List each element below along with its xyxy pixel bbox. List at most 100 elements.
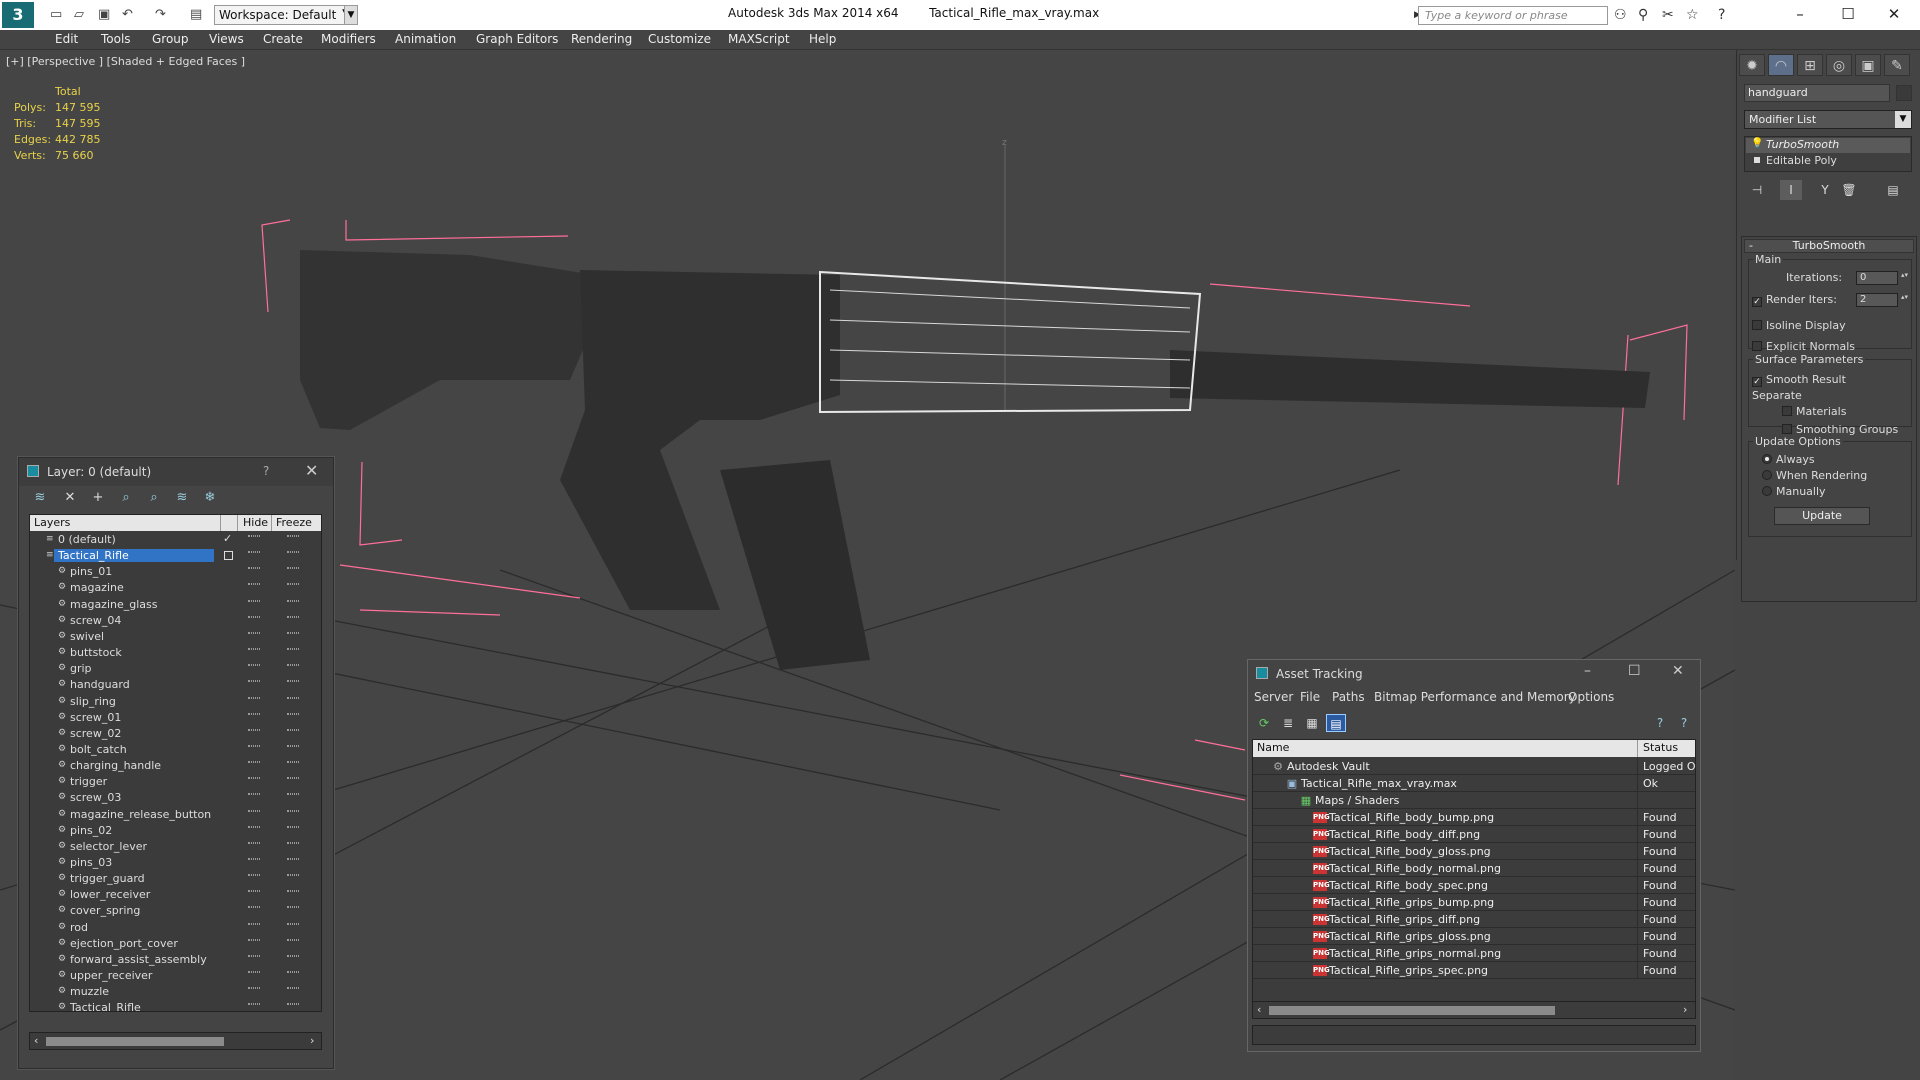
isoline-row[interactable]: Isoline Display [1752, 319, 1846, 332]
asset-horizontal-scrollbar[interactable]: ‹ › [1252, 1001, 1696, 1019]
object-row[interactable]: ⚙ forward_assist_assembly [30, 952, 321, 968]
freeze-toggle[interactable] [287, 648, 299, 651]
update-button[interactable]: Update [1774, 507, 1870, 525]
menu-paths[interactable]: Paths [1332, 690, 1365, 704]
menu-maxscript[interactable]: MAXScript [728, 32, 790, 46]
show-end-result-icon[interactable]: Ⅰ [1780, 180, 1802, 200]
always-radio[interactable] [1762, 454, 1772, 464]
hide-toggle[interactable] [248, 954, 260, 957]
hide-toggle[interactable] [248, 922, 260, 925]
display-tab-icon[interactable]: ▣ [1855, 54, 1881, 76]
menu-options[interactable]: Options [1568, 690, 1614, 704]
materials-checkbox[interactable] [1782, 406, 1792, 416]
hide-toggle[interactable] [248, 874, 260, 877]
manually-radio-row[interactable]: Manually [1762, 485, 1826, 498]
object-row[interactable]: ⚙ muzzle [30, 984, 321, 1000]
stack-item-turbosmooth[interactable]: TurboSmooth [1746, 138, 1910, 153]
freeze-toggle[interactable] [287, 551, 299, 554]
table-view-icon[interactable]: ▤ [1326, 714, 1346, 732]
column-name[interactable]: Name [1257, 741, 1289, 754]
layer-row[interactable]: ≡ 0 (default) ✓ [30, 532, 321, 548]
hide-toggle[interactable] [248, 938, 260, 941]
hide-toggle[interactable] [248, 841, 260, 844]
hide-toggle[interactable] [248, 825, 260, 828]
object-row[interactable]: ⚙ pins_01 [30, 564, 321, 580]
asset-row[interactable]: ▦ Maps / Shaders [1253, 792, 1695, 809]
layer-window-titlebar[interactable]: Layer: 0 (default) ? ✕ [19, 458, 333, 486]
hide-toggle[interactable] [248, 987, 260, 990]
refresh-icon[interactable]: ⟳ [1254, 714, 1274, 732]
asset-row[interactable]: ⚙ Autodesk Vault Logged Ou [1253, 758, 1695, 775]
add-to-layer-icon[interactable]: + [87, 490, 109, 508]
asset-row[interactable]: PNG Tactical_Rifle_grips_spec.png Found [1253, 962, 1695, 979]
menu-server[interactable]: Server [1254, 690, 1293, 704]
column-status[interactable]: Status [1643, 741, 1678, 754]
object-row[interactable]: ⚙ trigger [30, 774, 321, 790]
object-row[interactable]: ⚙ buttstock [30, 645, 321, 661]
scroll-thumb[interactable] [1269, 1006, 1555, 1015]
highlight-layer-icon[interactable]: ⌕ [143, 490, 165, 508]
freeze-toggle[interactable] [287, 535, 299, 537]
help-icon[interactable]: ? [263, 464, 269, 478]
freeze-toggle[interactable] [287, 615, 299, 618]
object-row[interactable]: ⚙ screw_02 [30, 726, 321, 742]
asset-row[interactable]: PNG Tactical_Rifle_grips_normal.png Found [1253, 945, 1695, 962]
hide-toggle[interactable] [248, 712, 260, 715]
undo-icon[interactable]: ↶ [122, 7, 133, 22]
hide-toggle[interactable] [248, 728, 260, 731]
freeze-toggle[interactable] [287, 712, 299, 715]
menu-create[interactable]: Create [263, 32, 303, 46]
menu-views[interactable]: Views [209, 32, 244, 46]
maximize-button[interactable]: ☐ [1830, 3, 1866, 25]
scroll-thumb[interactable] [46, 1037, 224, 1046]
freeze-toggle[interactable] [287, 777, 299, 780]
hide-toggle[interactable] [248, 793, 260, 796]
object-row[interactable]: ⚙ magazine_glass [30, 597, 321, 613]
help-icon[interactable]: ? [1718, 7, 1725, 23]
object-row[interactable]: ⚙ trigger_guard [30, 871, 321, 887]
current-layer-check-icon[interactable]: ✓ [223, 532, 232, 545]
subscription-icon[interactable]: ⚲ [1638, 7, 1648, 23]
hide-toggle[interactable] [248, 567, 260, 570]
menu-modifiers[interactable]: Modifiers [321, 32, 376, 46]
scroll-left-icon[interactable]: ‹ [1257, 1003, 1261, 1016]
object-row[interactable]: ⚙ bolt_catch [30, 742, 321, 758]
search-input[interactable]: Type a keyword or phrase [1418, 6, 1608, 25]
freeze-toggle[interactable] [287, 631, 299, 634]
menu-bitmap-performance[interactable]: Bitmap Performance and Memory [1374, 690, 1576, 704]
app-logo-button[interactable]: 3 [2, 2, 34, 28]
hide-all-icon[interactable]: ≋ [171, 490, 193, 508]
object-row[interactable]: ⚙ upper_receiver [30, 968, 321, 984]
menu-customize[interactable]: Customize [648, 32, 711, 46]
layer-horizontal-scrollbar[interactable]: ‹ › [29, 1032, 322, 1050]
lightbulb-icon[interactable]: 💡 [1751, 138, 1763, 149]
when-rendering-radio[interactable] [1762, 470, 1772, 480]
object-row[interactable]: ⚙ handguard [30, 677, 321, 693]
object-row[interactable]: ⚙ charging_handle [30, 758, 321, 774]
freeze-toggle[interactable] [287, 954, 299, 957]
close-button[interactable]: ✕ [1876, 3, 1912, 25]
object-row[interactable]: ⚙ swivel [30, 629, 321, 645]
column-hide[interactable]: Hide [243, 516, 268, 529]
hide-toggle[interactable] [248, 744, 260, 747]
hide-toggle[interactable] [248, 1003, 260, 1006]
freeze-toggle[interactable] [287, 599, 299, 602]
make-unique-icon[interactable]: Y [1814, 180, 1836, 200]
iterations-spinner[interactable]: 0 [1856, 271, 1909, 285]
freeze-all-icon[interactable]: ❄ [199, 490, 221, 508]
column-freeze[interactable]: Freeze [276, 516, 312, 529]
object-name-field[interactable]: handguard [1744, 84, 1890, 102]
hide-toggle[interactable] [248, 664, 260, 667]
object-row[interactable]: ⚙ selector_lever [30, 839, 321, 855]
smooth-result-checkbox[interactable]: ✓ [1752, 377, 1762, 387]
menu-edit[interactable]: Edit [55, 32, 78, 46]
freeze-toggle[interactable] [287, 938, 299, 941]
list-view-icon[interactable]: ≣ [1278, 714, 1298, 732]
minimize-button[interactable]: – [1782, 3, 1818, 25]
scroll-right-icon[interactable]: › [310, 1034, 314, 1047]
object-row[interactable]: ⚙ magazine_release_button [30, 807, 321, 823]
smoothing-groups-checkbox[interactable] [1782, 424, 1792, 434]
hide-toggle[interactable] [248, 680, 260, 683]
render-iters-row[interactable]: ✓ Render Iters: [1752, 293, 1837, 307]
pin-stack-icon[interactable]: ⊣ [1746, 180, 1768, 200]
